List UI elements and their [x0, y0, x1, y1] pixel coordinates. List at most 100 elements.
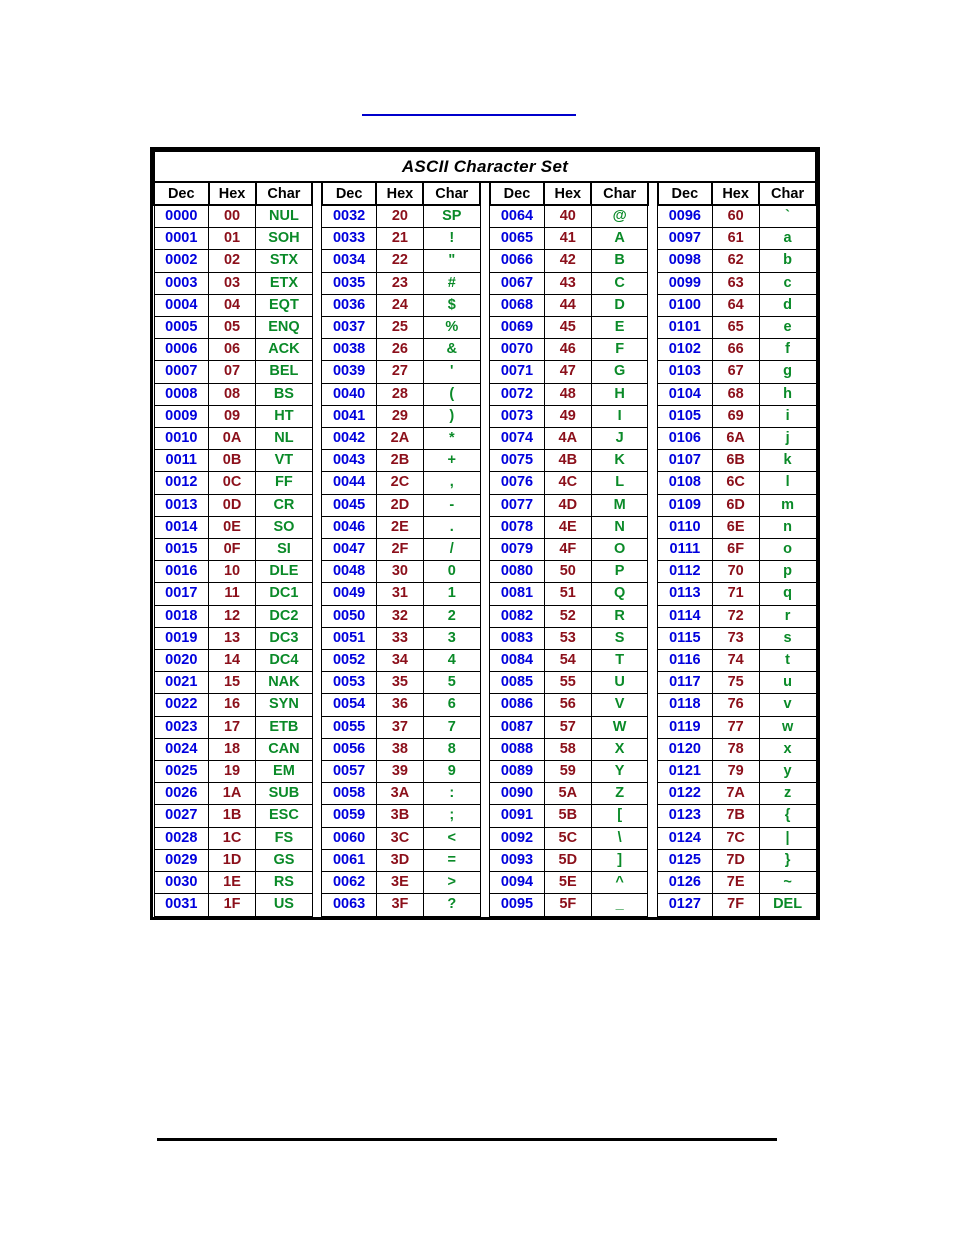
cell-char: u — [758, 671, 817, 695]
cell-dec: 0076 — [489, 471, 545, 495]
column-group-gutter — [480, 605, 490, 628]
column-group-gutter — [647, 627, 658, 650]
cell-dec: 0103 — [657, 360, 713, 384]
column-group-gutter — [647, 649, 658, 672]
cell-hex: 11 — [208, 582, 257, 606]
cell-hex: 1F — [208, 893, 257, 917]
cell-char: _ — [590, 893, 649, 917]
cell-dec: 0025 — [153, 760, 210, 784]
cell-dec: 0038 — [321, 338, 377, 362]
cell-dec: 0060 — [321, 826, 377, 850]
column-group-gutter — [647, 360, 658, 384]
column-group-gutter — [312, 538, 322, 561]
cell-char: Q — [590, 582, 649, 606]
cell-hex: 6B — [711, 449, 760, 473]
table-row: 0000 00 NUL 0032 20 SP 0064 40 @0096 60 ` — [153, 204, 817, 229]
cell-hex: 5C — [543, 826, 592, 850]
cell-hex: 49 — [543, 404, 592, 429]
cell-dec: 0035 — [321, 271, 377, 295]
cell-char: NAK — [255, 671, 313, 695]
column-group-gutter — [480, 383, 490, 406]
cell-hex: 16 — [208, 693, 257, 717]
cell-dec: 0024 — [153, 737, 210, 762]
cell-char: E — [590, 316, 649, 340]
cell-dec: 0114 — [657, 604, 713, 628]
cell-char: j — [758, 427, 817, 451]
cell-hex: 0E — [208, 515, 257, 540]
cell-char: \ — [590, 826, 649, 850]
cell-dec: 0039 — [321, 360, 377, 384]
column-group-gutter — [312, 294, 322, 317]
cell-char: d — [758, 293, 817, 318]
cell-dec: 0095 — [489, 893, 545, 917]
cell-hex: 12 — [208, 604, 257, 628]
column-group-gutter — [480, 849, 490, 872]
cell-hex: 10 — [208, 560, 257, 584]
column-group-gutter — [647, 893, 658, 916]
column-group-gutter — [480, 760, 490, 783]
cell-hex: 3F — [375, 893, 424, 917]
cell-dec: 0088 — [489, 737, 545, 762]
cell-dec: 0036 — [321, 293, 377, 318]
cell-hex: 0A — [208, 427, 257, 451]
cell-hex: 45 — [543, 316, 592, 340]
cell-hex: 50 — [543, 560, 592, 584]
cell-char: + — [422, 449, 481, 473]
column-group-gutter — [480, 716, 490, 739]
cell-dec: 0007 — [153, 360, 210, 384]
cell-dec: 0003 — [153, 271, 210, 295]
cell-dec: 0101 — [657, 316, 713, 340]
cell-char: VT — [255, 449, 313, 473]
cell-hex: 65 — [711, 316, 760, 340]
cell-dec: 0056 — [321, 737, 377, 762]
cell-hex: 22 — [375, 249, 424, 273]
table-row: 0027 1B ESC 0059 3B; 0091 5B[0123 7B{ — [153, 804, 817, 828]
cell-dec: 0110 — [657, 515, 713, 540]
table-row: 0025 19 EM 0057 39 9 0089 59 Y 0121 79 y — [153, 760, 817, 784]
column-group-gutter — [647, 671, 658, 694]
cell-hex: 0B — [208, 449, 257, 473]
cell-char: a — [758, 227, 817, 251]
cell-hex: 46 — [543, 338, 592, 362]
cell-hex: 33 — [375, 626, 424, 651]
cell-hex: 6C — [711, 471, 760, 495]
cell-char: 2 — [422, 604, 481, 628]
cell-hex: 07 — [208, 360, 257, 384]
cell-hex: 3C — [375, 826, 424, 850]
cell-char: FF — [255, 471, 313, 495]
cell-char: . — [422, 515, 481, 540]
cell-dec: 0070 — [489, 338, 545, 362]
cell-hex: 61 — [711, 227, 760, 251]
cell-hex: 06 — [208, 338, 257, 362]
cell-char: ( — [422, 382, 481, 406]
cell-dec: 0051 — [321, 626, 377, 651]
cell-hex: 29 — [375, 404, 424, 429]
table-row: 0030 1E RS 0062 3E >0094 5E ^ 0126 7E ~ — [153, 871, 817, 895]
cell-hex: 09 — [208, 404, 257, 429]
cell-hex: 5A — [543, 782, 592, 806]
cell-hex: 04 — [208, 293, 257, 318]
cell-hex: 39 — [375, 760, 424, 784]
cell-dec: 0023 — [153, 715, 210, 739]
table-row: 0011 0B VT 0043 2B +0075 4B K 0107 6B k — [153, 449, 817, 473]
column-group-gutter — [480, 560, 490, 583]
cell-dec: 0064 — [489, 204, 545, 229]
cell-char: NL — [255, 427, 313, 451]
cell-char: l — [758, 471, 817, 495]
cell-char: STX — [255, 249, 313, 273]
cell-char: # — [422, 271, 481, 295]
column-group-gutter — [312, 582, 322, 606]
column-group-gutter — [312, 227, 322, 250]
cell-hex: 17 — [208, 715, 257, 739]
table-row: 0009 09 HT 0041 29) 0073 49 I 0105 69 i — [153, 404, 817, 429]
column-group-gutter — [647, 316, 658, 339]
table-row: 0018 12 DC2 0050 32 2 0082 52 R 0114 72 r — [153, 604, 817, 628]
cell-dec: 0122 — [657, 782, 713, 806]
cell-char: Y — [590, 760, 649, 784]
cell-dec: 0002 — [153, 249, 210, 273]
cell-char: ETX — [255, 271, 313, 295]
cell-hex: 74 — [711, 649, 760, 673]
cell-char: F — [590, 338, 649, 362]
cell-hex: 5E — [543, 871, 592, 895]
cell-dec: 0113 — [657, 582, 713, 606]
